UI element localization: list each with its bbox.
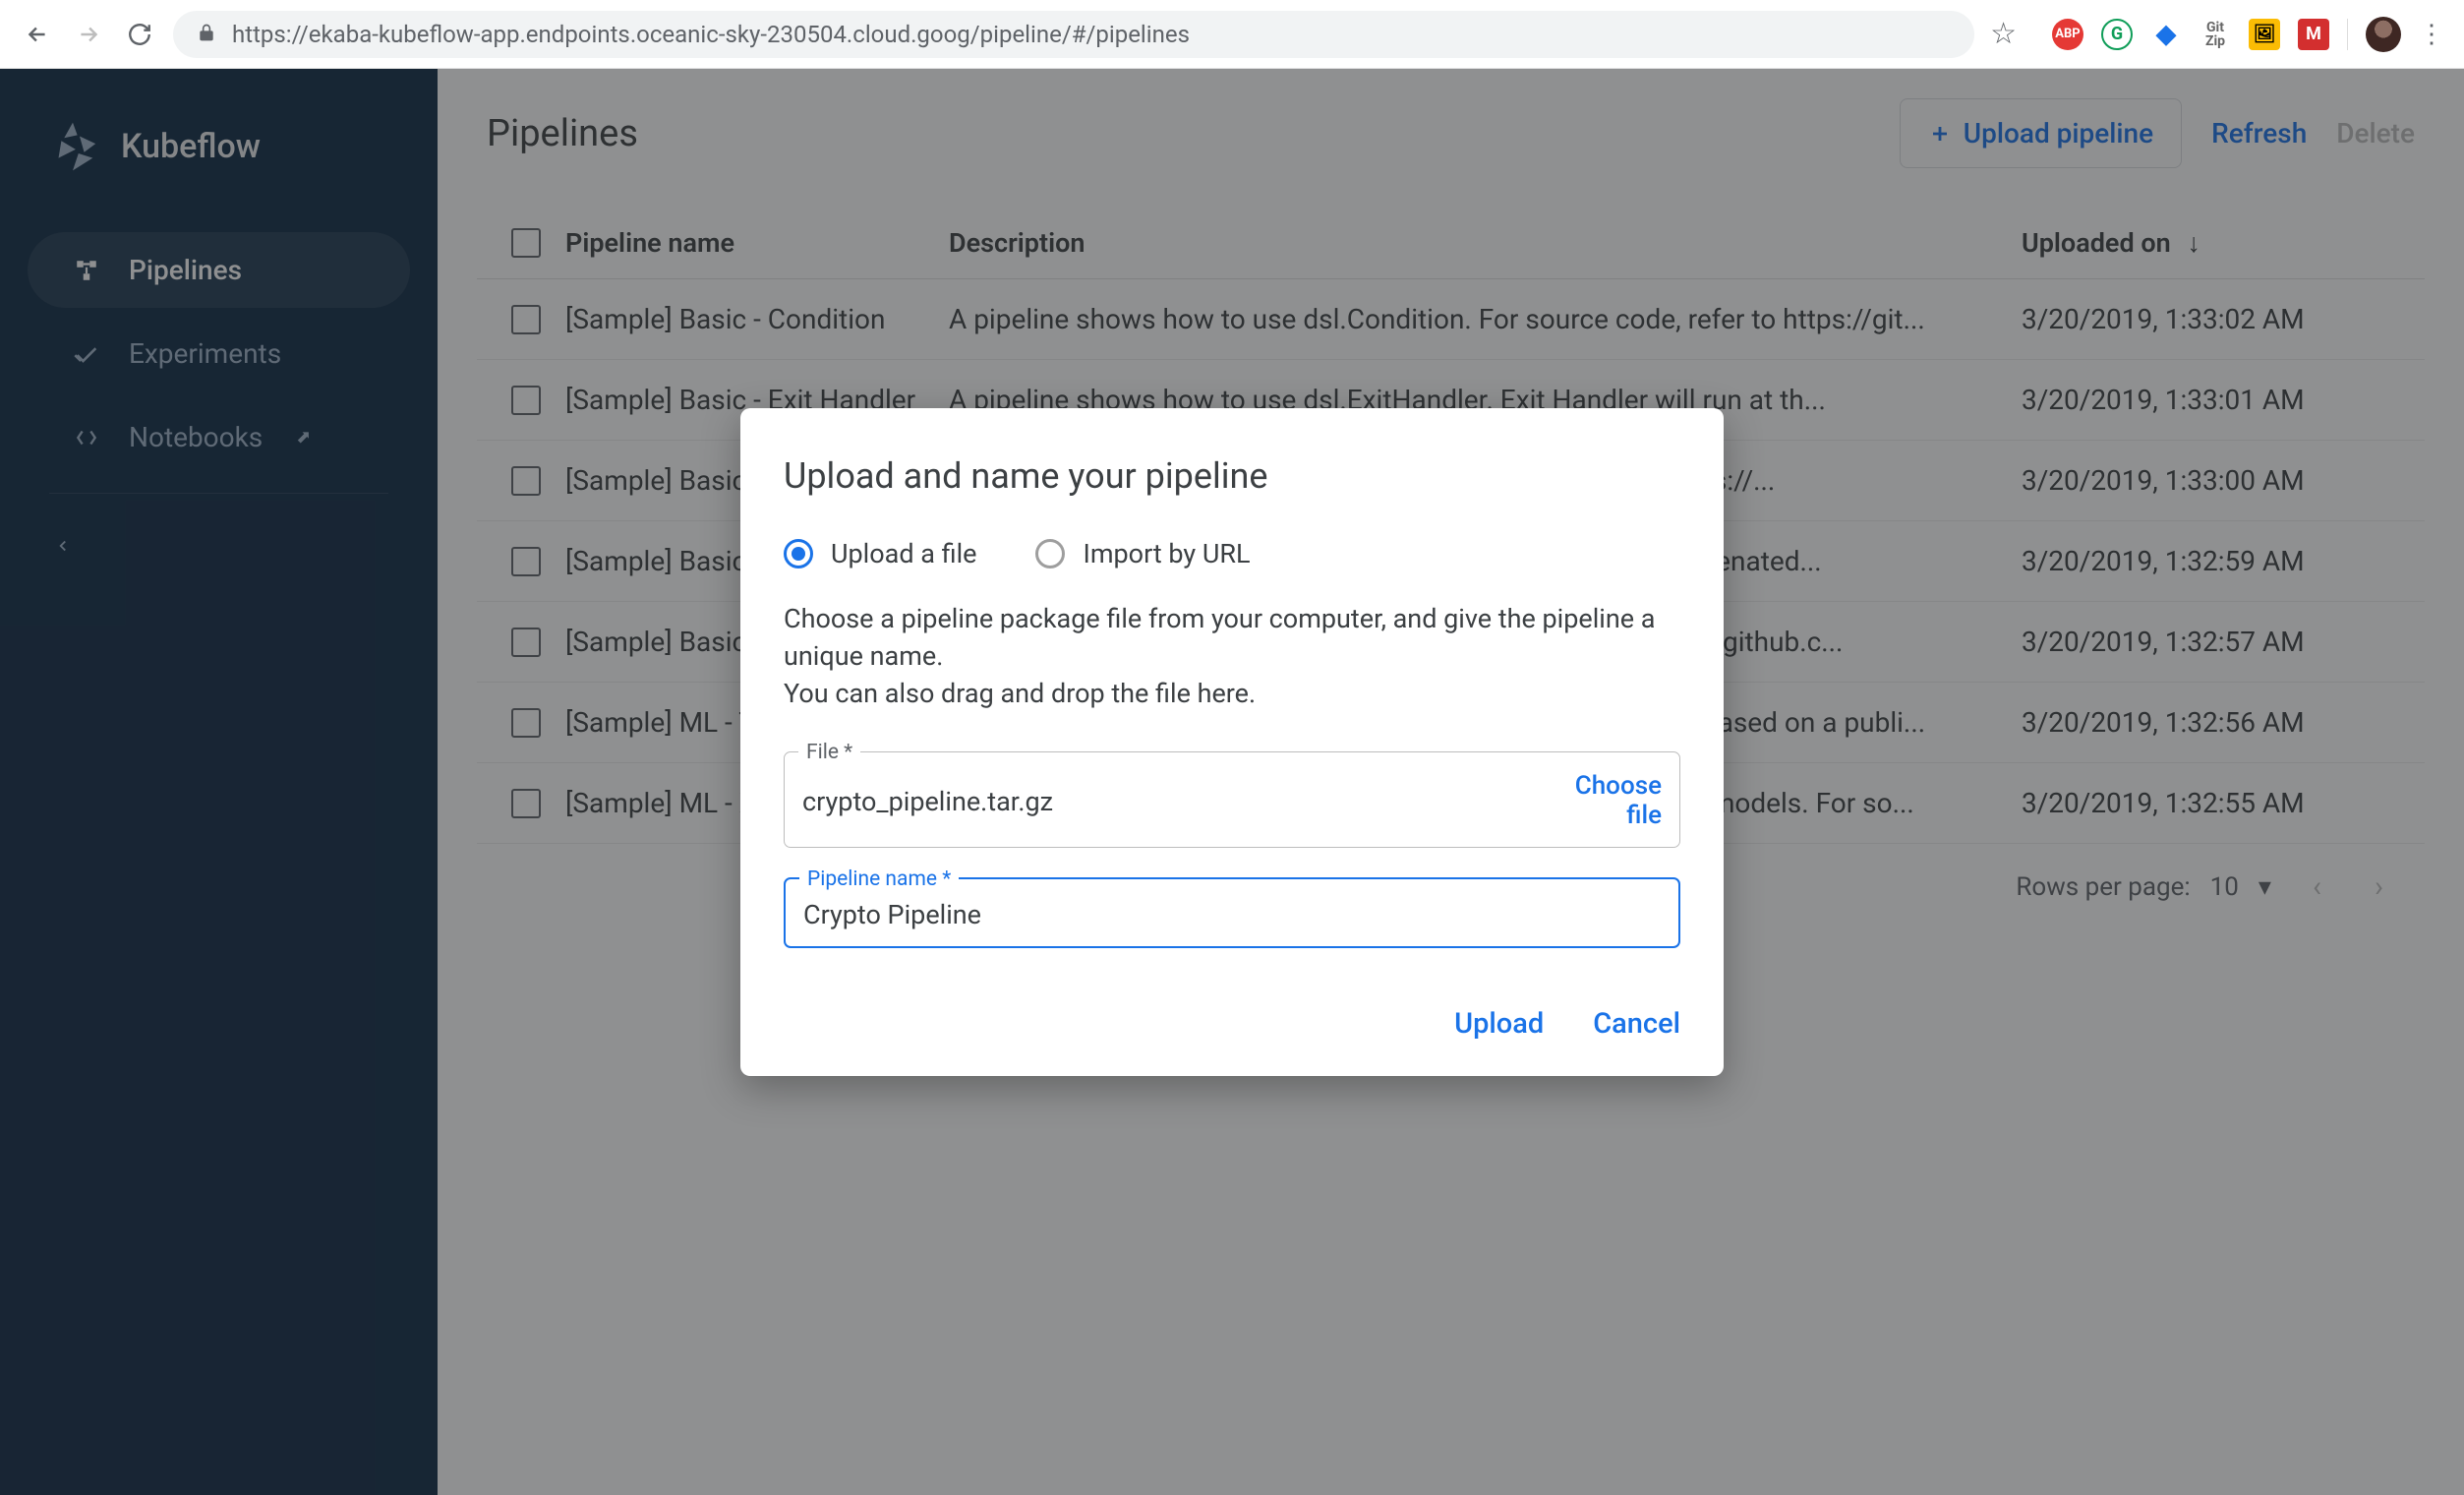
file-field[interactable]: File * Choosefile xyxy=(784,751,1680,848)
radio-import-url[interactable]: Import by URL xyxy=(1035,538,1250,569)
gitzip-extension-icon[interactable]: GitZip xyxy=(2200,19,2231,50)
browser-toolbar: https://ekaba-kubeflow-app.endpoints.oce… xyxy=(0,0,2464,69)
upload-mode-radio-group: Upload a file Import by URL xyxy=(784,538,1680,569)
file-field-label: File * xyxy=(798,741,860,764)
dialog-actions: Upload Cancel xyxy=(784,1007,1680,1041)
star-icon[interactable]: ☆ xyxy=(1990,17,2017,51)
radio-icon xyxy=(784,539,813,568)
grammarly-extension-icon[interactable]: G xyxy=(2101,19,2133,50)
profile-avatar[interactable] xyxy=(2366,17,2401,52)
dialog-help-text: Choose a pipeline package file from your… xyxy=(784,601,1680,712)
radio-label: Upload a file xyxy=(831,538,976,569)
diamond-extension-icon[interactable]: ◆ xyxy=(2150,19,2182,50)
dialog-upload-button[interactable]: Upload xyxy=(1454,1007,1544,1041)
radio-upload-file[interactable]: Upload a file xyxy=(784,538,976,569)
back-button[interactable] xyxy=(20,17,55,52)
radio-icon xyxy=(1035,539,1065,568)
browser-menu-icon[interactable]: ⋮ xyxy=(2419,20,2444,49)
url-text: https://ekaba-kubeflow-app.endpoints.oce… xyxy=(232,21,1190,48)
mendeley-extension-icon[interactable]: M xyxy=(2298,19,2329,50)
radio-label: Import by URL xyxy=(1083,538,1250,569)
forward-button[interactable] xyxy=(71,17,106,52)
address-bar[interactable]: https://ekaba-kubeflow-app.endpoints.oce… xyxy=(173,11,1974,58)
abp-extension-icon[interactable]: ABP xyxy=(2052,19,2083,50)
reload-button[interactable] xyxy=(122,17,157,52)
upload-pipeline-dialog: Upload and name your pipeline Upload a f… xyxy=(740,408,1724,1076)
extension-separator xyxy=(2347,19,2348,50)
lock-icon xyxy=(197,21,216,48)
modal-overlay[interactable]: Upload and name your pipeline Upload a f… xyxy=(0,69,2464,1495)
pipeline-name-input[interactable] xyxy=(803,899,1661,930)
picture-extension-icon[interactable]: 🖼 xyxy=(2249,19,2280,50)
dialog-cancel-button[interactable]: Cancel xyxy=(1593,1007,1680,1041)
pipeline-name-label: Pipeline name * xyxy=(799,867,959,891)
file-input[interactable] xyxy=(802,786,1575,817)
extension-icons: ABP G ◆ GitZip 🖼 M ⋮ xyxy=(2052,17,2444,52)
dialog-title: Upload and name your pipeline xyxy=(784,455,1680,497)
choose-file-button[interactable]: Choosefile xyxy=(1575,772,1662,831)
pipeline-name-field[interactable]: Pipeline name * xyxy=(784,877,1680,948)
